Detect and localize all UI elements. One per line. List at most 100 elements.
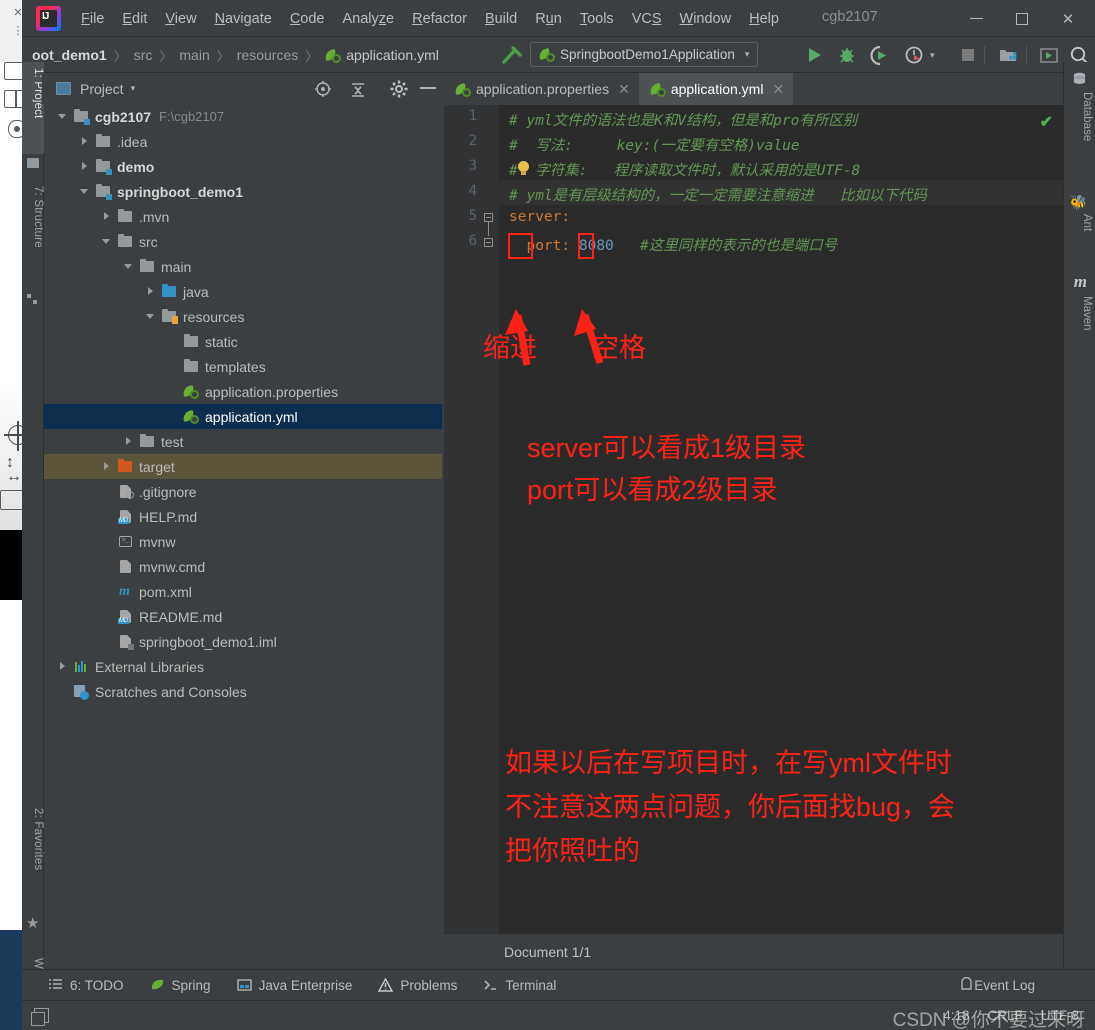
editor-gutter[interactable]: 1 2 3 4 5 6 — [444, 105, 499, 933]
menu-item-vcs[interactable]: VCS — [623, 8, 671, 30]
tree-item-scratches-and-consoles[interactable]: Scratches and Consoles — [44, 679, 442, 704]
tree-item-target[interactable]: target — [44, 454, 442, 479]
run-button[interactable] — [804, 44, 826, 66]
debug-button[interactable] — [836, 44, 858, 66]
menu-item-view[interactable]: View — [156, 8, 205, 30]
bottom-item-spring[interactable]: Spring — [150, 978, 211, 993]
breadcrumb-item-application-yml[interactable]: application.yml — [324, 47, 439, 63]
bottom-item-java-enterprise[interactable]: Java Enterprise — [236, 978, 352, 993]
tree-item--mvn[interactable]: .mvn — [44, 204, 442, 229]
update-project-button[interactable] — [1038, 44, 1060, 66]
tree-item-readme-md[interactable]: MD README.md — [44, 604, 442, 629]
tree-item-resources[interactable]: resources — [44, 304, 442, 329]
tree-item-application-yml[interactable]: application.yml — [44, 404, 442, 429]
chevron-right-icon[interactable] — [80, 161, 91, 172]
tree-item-mvnw-cmd[interactable]: mvnw.cmd — [44, 554, 442, 579]
annotation-warn-note-1: 如果以后在写项目时，在写yml文件时 — [505, 748, 952, 778]
code-fold-toggle[interactable] — [484, 213, 494, 236]
tree-item-mvnw[interactable]: >_ mvnw — [44, 529, 442, 554]
close-icon[interactable]: ✕ — [772, 81, 784, 98]
tree-item-application-properties[interactable]: application.properties — [44, 379, 442, 404]
chevron-right-icon[interactable] — [58, 661, 69, 672]
tree-item-cgb2107[interactable]: cgb2107 F:\cgb2107 — [44, 104, 442, 129]
sidebar-item-structure[interactable]: 7: Structure — [22, 180, 44, 288]
menu-item-window[interactable]: Window — [671, 8, 741, 30]
breadcrumb-item-oot-demo1[interactable]: oot_demo1 — [32, 47, 107, 63]
locate-icon[interactable] — [314, 80, 332, 98]
chevron-down-icon[interactable]: ▾ — [131, 83, 136, 94]
bottom-item-terminal[interactable]: Terminal — [483, 978, 556, 993]
close-icon[interactable]: ✕ — [618, 81, 630, 98]
tree-item--gitignore[interactable]: .gitignore — [44, 479, 442, 504]
menu-item-analyze[interactable]: Analyze — [334, 8, 404, 30]
maximize-button[interactable] — [999, 4, 1045, 34]
menu-item-navigate[interactable]: Navigate — [206, 8, 281, 30]
tree-item-main[interactable]: main — [44, 254, 442, 279]
tree-item-demo[interactable]: demo — [44, 154, 442, 179]
intention-bulb-icon[interactable] — [518, 161, 530, 176]
tree-item--idea[interactable]: .idea — [44, 129, 442, 154]
breadcrumb-item-src[interactable]: src — [134, 47, 153, 63]
menu-item-help[interactable]: Help — [740, 8, 788, 30]
menu-item-file[interactable]: File — [72, 8, 113, 30]
tree-item-static[interactable]: static — [44, 329, 442, 354]
code-fold-toggle[interactable] — [484, 238, 494, 248]
tree-item-springboot-demo1-iml[interactable]: springboot_demo1.iml — [44, 629, 442, 654]
collapse-all-icon[interactable] — [349, 80, 367, 98]
tree-item-springboot-demo1[interactable]: springboot_demo1 — [44, 179, 442, 204]
editor-tab-application-yml[interactable]: application.yml ✕ — [638, 73, 794, 105]
chevron-down-icon[interactable] — [58, 111, 69, 122]
settings-gear-icon[interactable] — [390, 80, 408, 98]
close-button[interactable]: ✕ — [1045, 4, 1091, 34]
tree-item-test[interactable]: test — [44, 429, 442, 454]
editor-tab-application-properties[interactable]: application.properties ✕ — [444, 73, 639, 105]
sidebar-item-project[interactable]: 1: Project — [22, 62, 44, 154]
chevron-down-icon[interactable] — [80, 186, 91, 197]
editor-tabs[interactable]: application.properties ✕ application.yml ✕ — [444, 73, 1063, 105]
tree-item-src[interactable]: src — [44, 229, 442, 254]
menu-item-run[interactable]: Run — [526, 8, 571, 30]
menu-item-refactor[interactable]: Refactor — [403, 8, 476, 30]
tree-item-java[interactable]: java — [44, 279, 442, 304]
chevron-right-icon[interactable] — [146, 286, 157, 297]
tree-item-help-md[interactable]: MD HELP.md — [44, 504, 442, 529]
tree-item-external-libraries[interactable]: External Libraries — [44, 654, 442, 679]
chevron-right-icon[interactable] — [102, 211, 113, 222]
profiler-button[interactable] — [904, 44, 926, 66]
stop-button[interactable] — [957, 44, 979, 66]
chevron-right-icon[interactable] — [102, 461, 113, 472]
run-with-coverage-button[interactable] — [868, 44, 890, 66]
bottom-item-problems[interactable]: Problems — [378, 978, 457, 993]
tree-item-templates[interactable]: templates — [44, 354, 442, 379]
project-structure-button[interactable] — [997, 44, 1019, 66]
chevron-down-icon[interactable] — [102, 236, 113, 247]
tool-window-maven[interactable]: Maven — [1065, 296, 1093, 358]
tree-item-pom-xml[interactable]: m pom.xml — [44, 579, 442, 604]
menu-item-code[interactable]: Code — [281, 8, 334, 30]
chevron-right-icon[interactable] — [124, 436, 135, 447]
event-log-button[interactable]: Event Log — [959, 976, 1035, 994]
tool-window-database[interactable]: Database — [1065, 92, 1093, 178]
build-hammer-icon[interactable] — [502, 46, 522, 64]
chevron-right-icon[interactable] — [80, 136, 91, 147]
breadcrumb-item-resources[interactable]: resources — [237, 47, 298, 63]
chevron-down-icon[interactable] — [146, 311, 157, 322]
menu-item-tools[interactable]: Tools — [571, 8, 623, 30]
bottom-item-todo[interactable]: 6: TODO — [48, 978, 124, 993]
tool-window-ant[interactable]: Ant — [1065, 214, 1093, 260]
breadcrumb-item-main[interactable]: main — [179, 47, 209, 63]
profiler-chevron-down-icon[interactable]: ▾ — [930, 50, 935, 61]
inspection-status-icon[interactable]: ✔ — [1040, 112, 1053, 132]
menu-item-edit[interactable]: Edit — [113, 8, 156, 30]
sidebar-item-favorites[interactable]: 2: Favorites — [22, 802, 44, 910]
toggle-layout-icon[interactable] — [31, 1008, 49, 1026]
minimize-button[interactable] — [953, 4, 999, 34]
menu-item-build[interactable]: Build — [476, 8, 526, 30]
project-tree[interactable]: cgb2107 F:\cgb2107 .idea demo springboot_dem… — [44, 104, 442, 969]
breadcrumb[interactable]: oot_demo1 〉 src 〉 main 〉 resources 〉 application… — [32, 37, 439, 73]
run-configuration-selector[interactable]: SpringbootDemo1Application ▾ — [530, 42, 759, 67]
hide-panel-icon[interactable] — [420, 87, 436, 89]
chevron-down-icon[interactable] — [124, 261, 135, 272]
